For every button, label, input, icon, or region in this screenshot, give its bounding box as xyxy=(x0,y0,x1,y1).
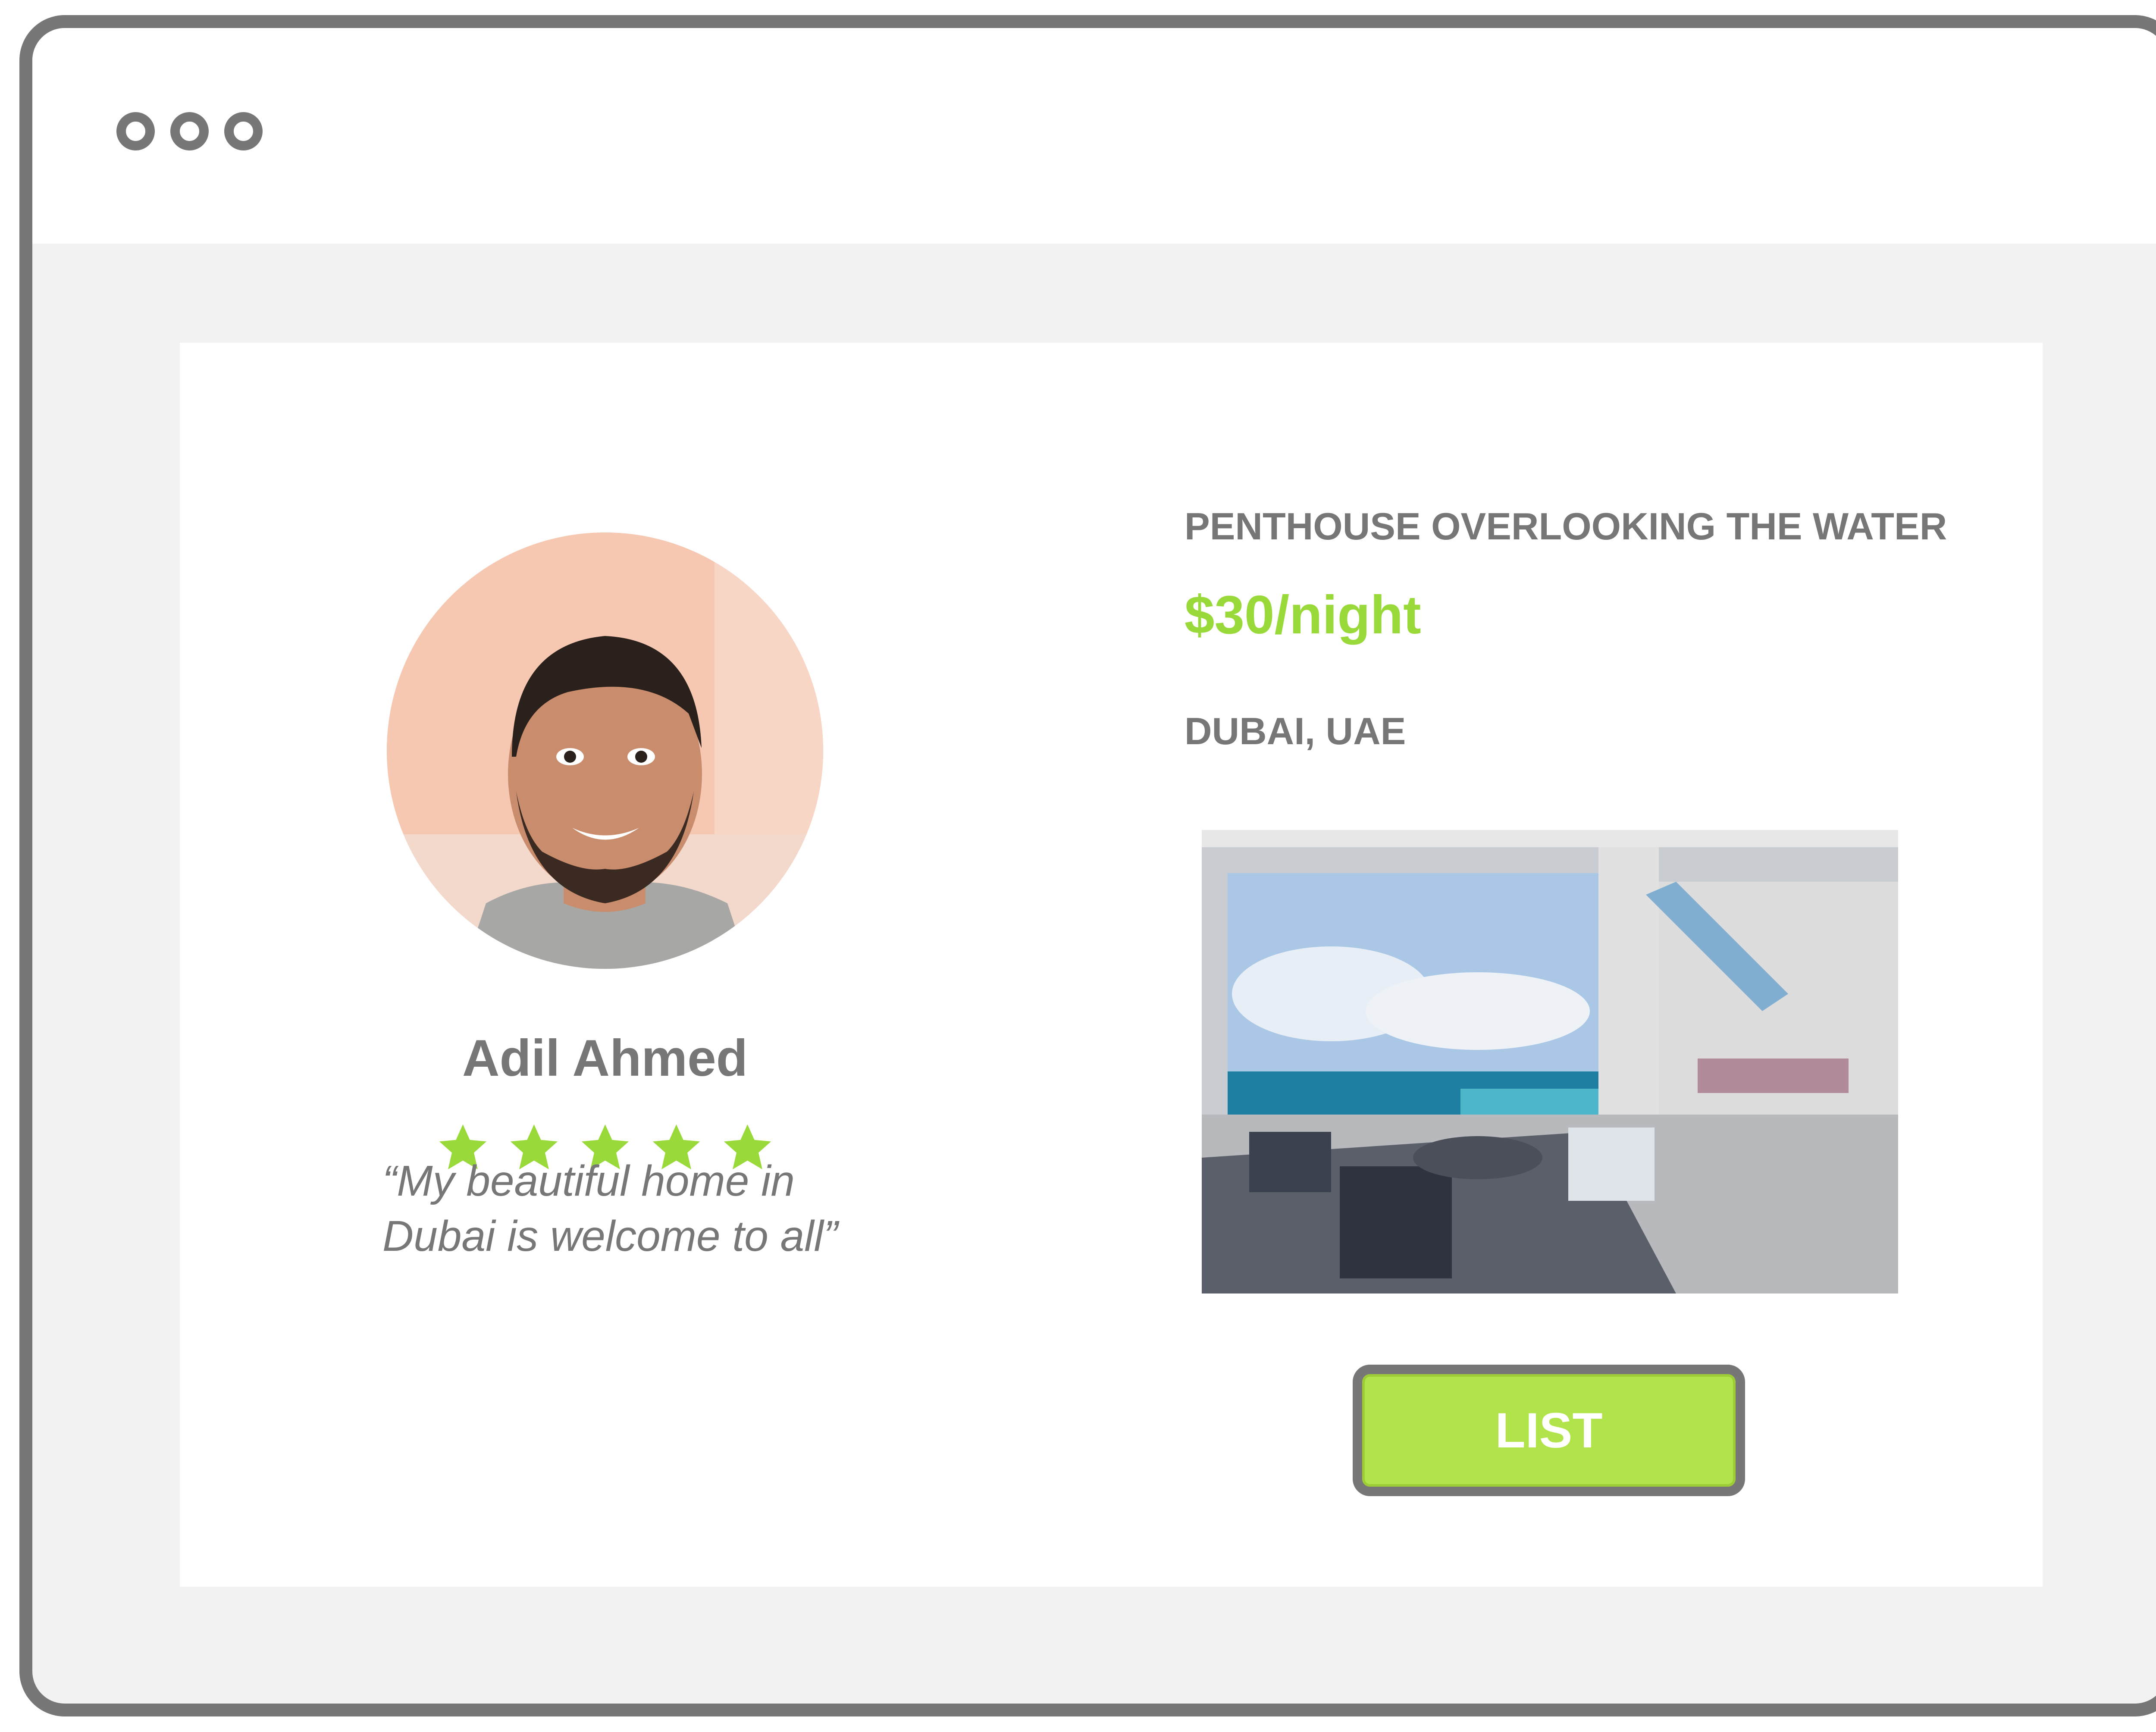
listing-location: DUBAI, UAE xyxy=(1185,710,1406,752)
host-quote-line-2: Dubai is welcome to all” xyxy=(382,1212,838,1260)
host-quote-line-1: “My beautiful home in xyxy=(382,1157,795,1205)
host-avatar xyxy=(387,532,823,969)
listing-title: PENTHOUSE OVERLOOKING THE WATER xyxy=(1185,505,1947,548)
host-portrait xyxy=(387,532,823,969)
browser-window: Adil Ahmed “My beautiful home in Dubai i… xyxy=(19,15,2156,1716)
window-dot-1[interactable] xyxy=(116,112,155,150)
list-button[interactable]: LIST xyxy=(1353,1365,1745,1496)
listing-card: Adil Ahmed “My beautiful home in Dubai i… xyxy=(180,343,2043,1587)
penthouse-photo xyxy=(1202,830,1898,1294)
listing-photo[interactable] xyxy=(1202,830,1898,1294)
listing-price: $30/night xyxy=(1185,585,1421,645)
window-dot-3[interactable] xyxy=(224,112,263,150)
window-controls xyxy=(116,112,278,150)
title-bar xyxy=(32,28,2156,244)
host-quote: “My beautiful home in Dubai is welcome t… xyxy=(382,1153,943,1264)
window-dot-2[interactable] xyxy=(170,112,209,150)
host-name: Adil Ahmed xyxy=(462,1029,748,1087)
